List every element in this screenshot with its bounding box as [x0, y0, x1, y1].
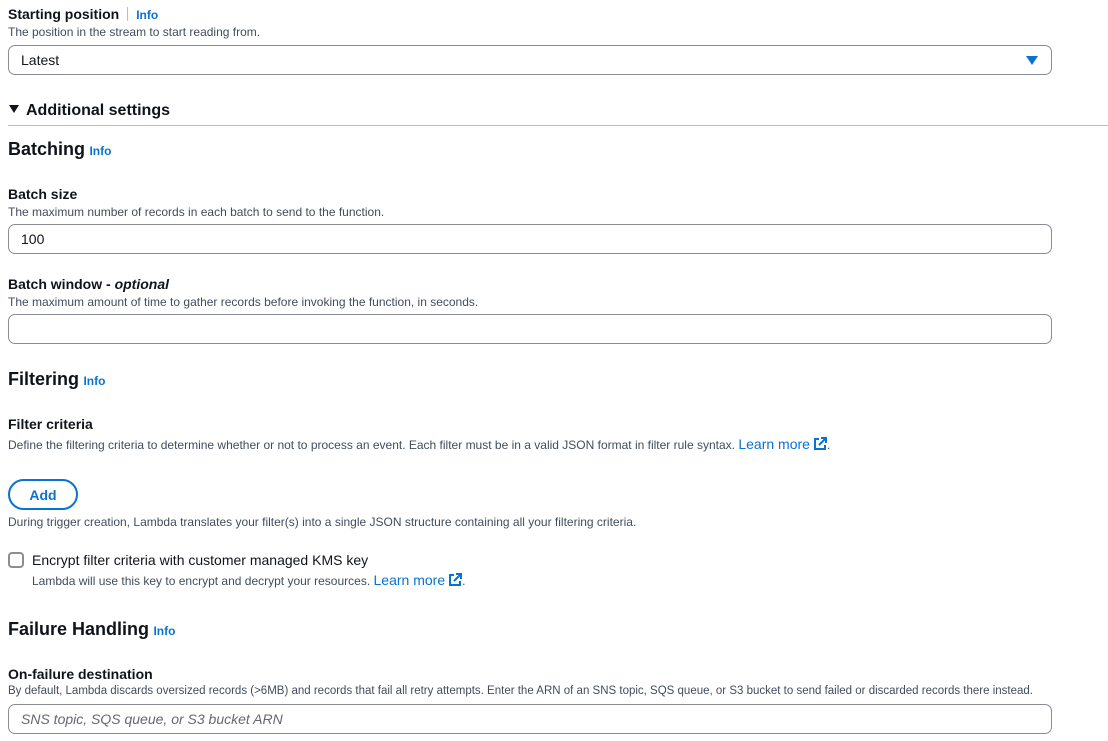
encrypt-trailing: . [462, 574, 466, 588]
encrypt-checkbox[interactable] [8, 552, 24, 568]
on-failure-destination-input[interactable]: SNS topic, SQS queue, or S3 bucket ARN [8, 704, 1052, 734]
starting-position-selected-value: Latest [21, 52, 60, 68]
batch-size-label: Batch size [8, 186, 78, 202]
on-failure-destination-description: By default, Lambda discards oversized re… [8, 685, 1033, 697]
on-failure-destination-placeholder: SNS topic, SQS queue, or S3 bucket ARN [21, 711, 283, 727]
starting-position-select[interactable]: Latest [8, 45, 1052, 75]
filter-learn-more-link[interactable]: Learn more [738, 436, 827, 452]
caret-down-icon [9, 105, 19, 113]
filtering-heading: Filtering [8, 369, 79, 389]
encrypt-learn-more-text: Learn more [373, 572, 446, 588]
label-separator [127, 7, 129, 21]
filter-criteria-description: Define the filtering criteria to determi… [8, 436, 830, 452]
additional-settings-title: Additional settings [26, 102, 170, 119]
filter-note: During trigger creation, Lambda translat… [8, 515, 637, 529]
filter-criteria-label: Filter criteria [8, 416, 93, 432]
encrypt-description: Lambda will use this key to encrypt and … [32, 572, 465, 588]
batch-window-optional: optional [114, 276, 169, 292]
failure-handling-header: Failure Handling Info [8, 619, 175, 640]
encrypt-learn-more-link[interactable]: Learn more [374, 572, 463, 588]
section-divider [8, 125, 1108, 126]
starting-position-info-link[interactable]: Info [136, 8, 158, 22]
failure-handling-info-link[interactable]: Info [153, 624, 175, 638]
external-link-icon [449, 573, 463, 586]
encrypt-description-text: Lambda will use this key to encrypt and … [32, 574, 371, 588]
batching-heading: Batching [8, 139, 86, 159]
batch-window-label: Batch window - optional [8, 276, 169, 292]
starting-position-label: Starting position Info [8, 6, 158, 22]
external-link-icon [813, 437, 827, 450]
batch-size-value: 100 [21, 231, 45, 247]
on-failure-destination-label: On-failure destination [8, 666, 153, 682]
filter-criteria-description-text: Define the filtering criteria to determi… [8, 438, 735, 452]
filter-learn-more-text: Learn more [738, 436, 810, 452]
filtering-info-link[interactable]: Info [83, 374, 105, 388]
batching-info-link[interactable]: Info [89, 144, 111, 158]
batch-size-description: The maximum number of records in each ba… [8, 205, 385, 219]
batch-size-input[interactable]: 100 [8, 224, 1052, 254]
starting-position-label-text: Starting position [8, 6, 120, 22]
batch-window-label-text: Batch window - [8, 276, 115, 292]
starting-position-description: The position in the stream to start read… [8, 25, 261, 39]
caret-down-icon [1026, 56, 1038, 65]
filtering-header: Filtering Info [8, 369, 105, 390]
encrypt-checkbox-label[interactable]: Encrypt filter criteria with customer ma… [32, 552, 368, 568]
batch-window-description: The maximum amount of time to gather rec… [8, 295, 479, 309]
additional-settings-toggle[interactable]: Additional settings [8, 102, 170, 120]
failure-handling-heading: Failure Handling [8, 619, 150, 639]
batch-window-input[interactable] [8, 314, 1052, 344]
add-filter-button[interactable]: Add [8, 479, 78, 510]
filter-criteria-trailing: . [826, 438, 831, 452]
batching-header: Batching Info [8, 139, 111, 160]
